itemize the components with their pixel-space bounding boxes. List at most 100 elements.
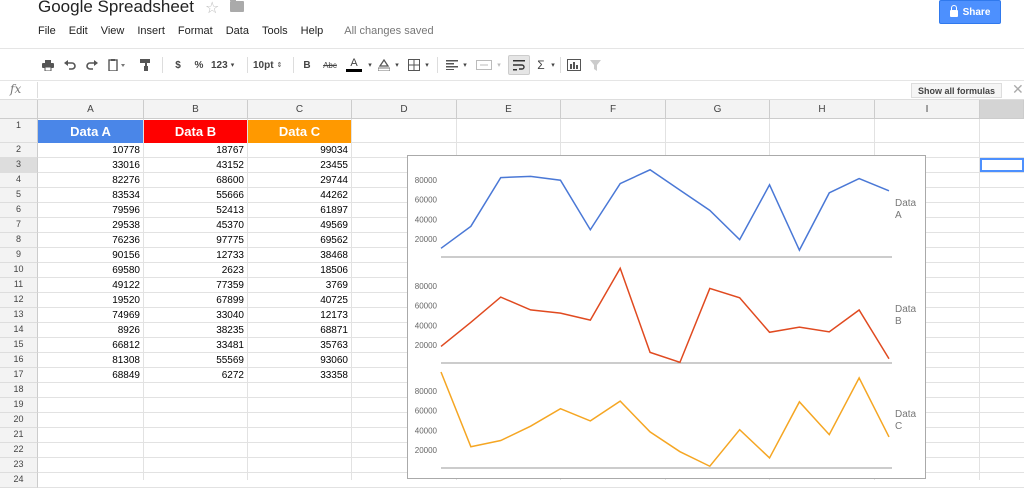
data-cell[interactable]: 76236 [38,234,143,248]
row-header-4[interactable]: 4 [0,173,38,188]
number-format-dropdown[interactable]: 123 ▾ [211,57,239,73]
data-cell[interactable]: 33481 [144,339,247,353]
folder-icon[interactable] [230,0,244,12]
data-cell[interactable]: 97775 [144,234,247,248]
data-cell[interactable]: 69562 [248,234,351,248]
menu-format[interactable]: Format [178,25,213,37]
chevron-down-icon[interactable]: ▾ [495,57,503,73]
row-header-9[interactable]: 9 [0,248,38,263]
data-cell[interactable]: 29538 [38,219,143,233]
align-left-icon[interactable] [444,57,460,73]
merge-cells-icon[interactable] [474,57,494,73]
line-chart[interactable]: 20000 40000 60000 80000 Data A 20000 40000 60000… [407,155,926,479]
row-header-8[interactable]: 8 [0,233,38,248]
data-cell[interactable]: 74969 [38,309,143,323]
menu-data[interactable]: Data [226,25,249,37]
redo-icon[interactable] [84,57,100,73]
row-header-19[interactable]: 19 [0,398,38,413]
column-header-g[interactable]: G [666,100,770,119]
menu-file[interactable]: File [38,25,56,37]
row-header-23[interactable]: 23 [0,458,38,473]
font-size-dropdown[interactable]: 10pt ⇕ [253,57,287,73]
data-cell[interactable]: 19520 [38,294,143,308]
close-icon[interactable]: ✕ [1012,81,1024,98]
paint-format-icon[interactable] [138,57,154,73]
row-header-20[interactable]: 20 [0,413,38,428]
menu-view[interactable]: View [101,25,125,37]
data-cell[interactable]: 66812 [38,339,143,353]
data-cell[interactable]: 33358 [248,369,351,383]
data-cell[interactable]: 82276 [38,174,143,188]
column-header-d[interactable]: D [352,100,457,119]
row-header-10[interactable]: 10 [0,263,38,278]
undo-icon[interactable] [62,57,78,73]
data-cell[interactable]: 35763 [248,339,351,353]
data-cell[interactable]: 38468 [248,249,351,263]
star-icon[interactable]: ☆ [205,0,219,18]
data-cell[interactable]: 81308 [38,354,143,368]
column-header-a[interactable]: A [38,100,144,119]
data-cell[interactable]: 68600 [144,174,247,188]
data-cell[interactable]: 49122 [38,279,143,293]
data-cell[interactable]: 68849 [38,369,143,383]
data-cell[interactable]: 8926 [38,324,143,338]
row-header-12[interactable]: 12 [0,293,38,308]
header-cell-b[interactable]: Data B [144,120,247,143]
row-header-17[interactable]: 17 [0,368,38,383]
percent-button[interactable]: % [192,57,206,73]
data-cell[interactable]: 43152 [144,159,247,173]
strikethrough-button[interactable]: Abc [319,57,341,73]
chevron-down-icon[interactable]: ▾ [366,57,374,73]
data-cell[interactable]: 18506 [248,264,351,278]
row-header-16[interactable]: 16 [0,353,38,368]
data-cell[interactable]: 23455 [248,159,351,173]
data-cell[interactable]: 10778 [38,144,143,158]
data-cell[interactable]: 12733 [144,249,247,263]
data-cell[interactable]: 77359 [144,279,247,293]
data-cell[interactable]: 38235 [144,324,247,338]
chevron-down-icon[interactable]: ▾ [549,57,557,73]
menu-insert[interactable]: Insert [137,25,165,37]
data-cell[interactable]: 99034 [248,144,351,158]
data-cell[interactable]: 52413 [144,204,247,218]
menu-help[interactable]: Help [301,25,324,37]
spreadsheet-grid[interactable]: A B C D E F G H I 1 2 3 4 5 6 7 8 9 10 11 12 13 14 15 16 17 18 19 20… [0,100,1024,488]
document-title[interactable]: Google Spreadsheet [38,0,194,17]
data-cell[interactable]: 67899 [144,294,247,308]
menu-tools[interactable]: Tools [262,25,288,37]
row-header-6[interactable]: 6 [0,203,38,218]
borders-icon[interactable] [406,57,422,73]
row-header-7[interactable]: 7 [0,218,38,233]
chevron-down-icon[interactable]: ▾ [423,57,431,73]
column-header-i[interactable]: I [875,100,980,119]
column-header-b[interactable]: B [144,100,248,119]
row-header-3[interactable]: 3 [0,158,38,173]
row-header-13[interactable]: 13 [0,308,38,323]
data-cell[interactable]: 33016 [38,159,143,173]
data-cell[interactable]: 6272 [144,369,247,383]
select-all-corner[interactable] [0,100,38,119]
share-button[interactable]: Share [939,0,1001,24]
column-header-f[interactable]: F [561,100,666,119]
currency-button[interactable]: $ [171,57,185,73]
menu-edit[interactable]: Edit [69,25,88,37]
row-header-22[interactable]: 22 [0,443,38,458]
data-cell[interactable]: 90156 [38,249,143,263]
chevron-down-icon[interactable]: ▾ [461,57,469,73]
data-cell[interactable]: 49569 [248,219,351,233]
data-cell[interactable]: 40725 [248,294,351,308]
data-cell[interactable]: 3769 [248,279,351,293]
row-header-14[interactable]: 14 [0,323,38,338]
data-cell[interactable]: 29744 [248,174,351,188]
row-header-21[interactable]: 21 [0,428,38,443]
insert-chart-icon[interactable] [565,57,583,73]
chevron-down-icon[interactable]: ▾ [393,57,401,73]
row-header-2[interactable]: 2 [0,143,38,158]
column-header-e[interactable]: E [457,100,561,119]
data-cell[interactable]: 45370 [144,219,247,233]
header-cell-a[interactable]: Data A [38,120,143,143]
show-all-formulas-button[interactable]: Show all formulas [911,83,1003,98]
column-header-scroll[interactable] [980,100,1024,119]
fill-color-icon[interactable] [376,57,392,73]
data-cell[interactable]: 33040 [144,309,247,323]
